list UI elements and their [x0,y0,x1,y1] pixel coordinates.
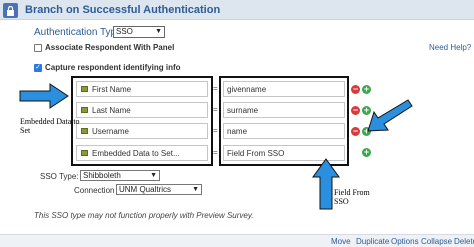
embedded-field-label: Embedded Data to Set... [92,148,180,158]
equals-sign: = [213,126,218,135]
sso-field-value: Field From SSO [227,148,285,158]
remove-icon[interactable]: − [351,85,360,94]
auth-type-select[interactable]: SSO ▼ [113,26,165,38]
lock-icon [3,3,18,18]
sso-field-givenname[interactable]: givenname [223,81,345,97]
embedded-field-label: Last Name [92,105,131,115]
connection-value: UNM Qualtrics [119,185,172,194]
chevron-down-icon: ▼ [155,28,162,35]
associate-panel-option[interactable]: Associate Respondent With Panel [34,43,174,52]
chevron-down-icon: ▼ [192,186,199,193]
capture-info-option[interactable]: ✓ Capture respondent identifying info [34,63,181,72]
embedded-field-label: First Name [92,84,132,94]
move-link[interactable]: Move [331,237,351,246]
sso-field-surname[interactable]: surname [223,102,345,118]
associate-panel-checkbox[interactable] [34,43,42,52]
delete-link[interactable]: Delete [454,237,474,246]
block-header: Branch on Successful Authentication [0,0,474,20]
embedded-field-label: Username [92,126,129,136]
equals-sign: = [213,84,218,93]
connection-label: Connection [74,186,115,195]
field-tag-icon [81,86,88,92]
sso-field-name[interactable]: name [223,123,345,139]
add-icon[interactable]: + [362,85,371,94]
capture-info-checkbox[interactable]: ✓ [34,63,42,72]
checkmark-icon: ✓ [35,63,41,71]
auth-type-label: Authentication Type: [34,27,125,38]
block-footer: Move Duplicate Options Collapse Delete [0,234,474,247]
embedded-field-username[interactable]: Username [76,123,208,139]
field-tag-icon [81,107,88,113]
duplicate-link[interactable]: Duplicate [356,237,389,246]
equals-sign: = [213,105,218,114]
chevron-down-icon: ▼ [150,172,157,179]
sso-type-select[interactable]: Shibboleth ▼ [80,170,160,181]
arrow-icon [367,99,413,132]
embedded-field-placeholder[interactable]: Embedded Data to Set... [76,145,208,161]
capture-info-label: Capture respondent identifying info [45,63,181,72]
collapse-link[interactable]: Collapse [421,237,452,246]
field-from-sso-annotation: Field From SSO [334,188,370,206]
sso-field-value: givenname [227,84,267,94]
field-tag-icon [81,128,88,134]
sso-field-value: surname [227,105,259,115]
equals-sign: = [213,148,218,157]
arrow-icon [19,83,69,109]
sso-type-label: SSO Type: [40,172,79,181]
embedded-field-last-name[interactable]: Last Name [76,102,208,118]
remove-icon[interactable]: − [351,106,360,115]
embedded-field-first-name[interactable]: First Name [76,81,208,97]
add-icon[interactable]: + [362,148,371,157]
sso-field-value: name [227,126,248,136]
need-help-link[interactable]: Need Help? [429,43,471,52]
preview-warning: This SSO type may not function properly … [34,211,254,220]
sso-type-value: Shibboleth [83,171,121,180]
field-tag-icon [81,150,88,156]
block-title: Branch on Successful Authentication [25,4,221,16]
options-link[interactable]: Options [391,237,419,246]
associate-panel-label: Associate Respondent With Panel [45,43,175,52]
auth-type-value: SSO [116,27,133,36]
connection-select[interactable]: UNM Qualtrics ▼ [116,184,202,195]
embedded-data-annotation: Embedded Data to Set [20,117,80,135]
remove-icon[interactable]: − [351,127,360,136]
